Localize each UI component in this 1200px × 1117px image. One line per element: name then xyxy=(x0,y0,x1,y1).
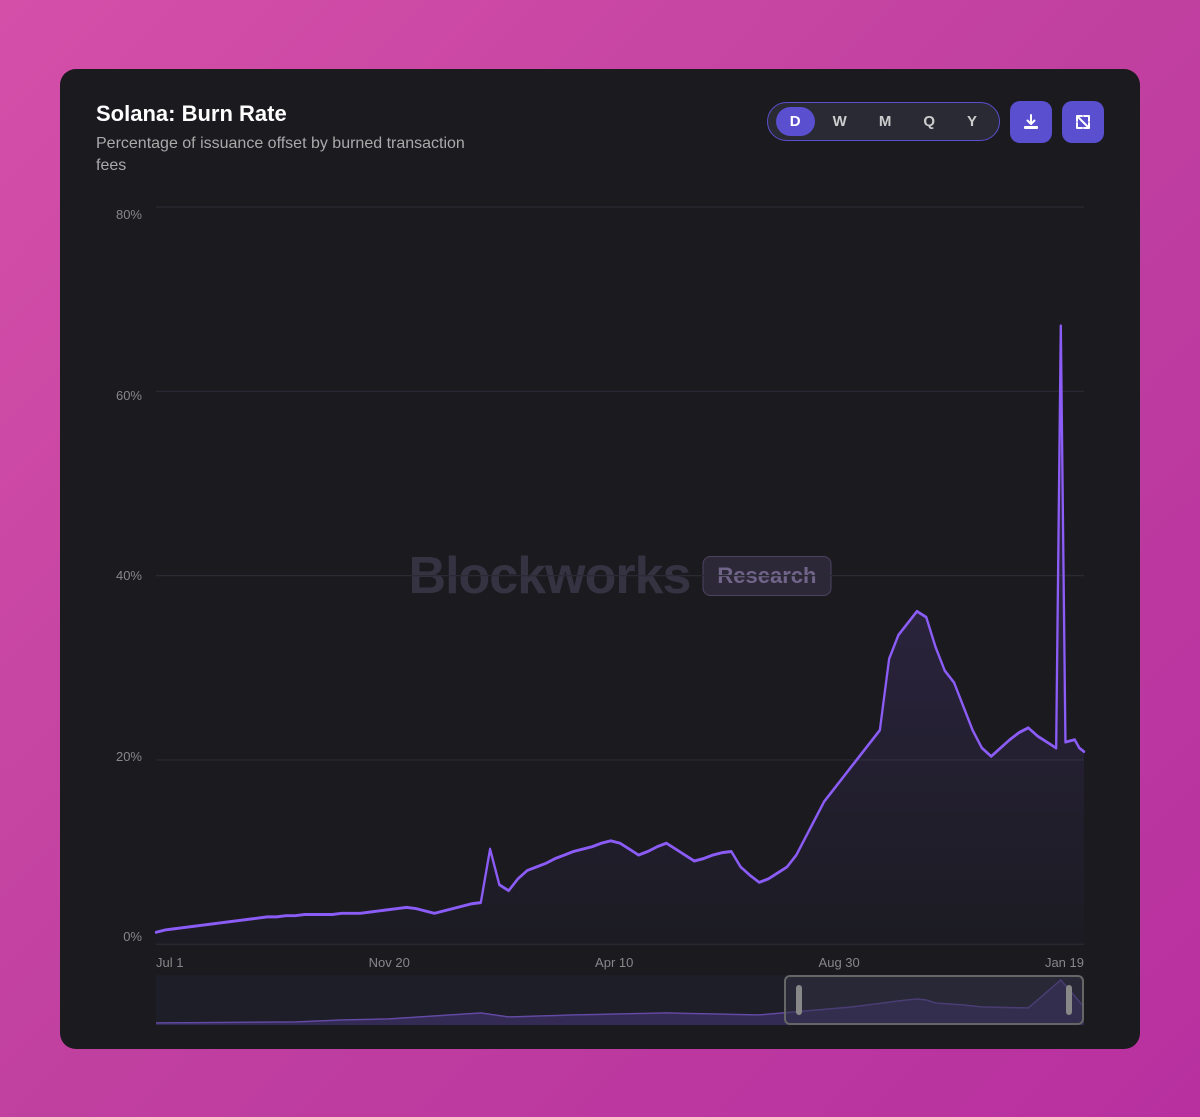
minimap xyxy=(156,975,1084,1025)
y-label-40: 40% xyxy=(96,568,152,583)
x-label-jan19: Jan 19 xyxy=(1045,955,1084,970)
tf-btn-w[interactable]: W xyxy=(819,107,861,136)
controls: D W M Q Y xyxy=(767,101,1104,143)
x-label-jul1: Jul 1 xyxy=(156,955,183,970)
chart-title: Solana: Burn Rate xyxy=(96,101,476,127)
line-chart-svg xyxy=(156,207,1084,944)
x-label-nov20: Nov 20 xyxy=(369,955,410,970)
timeframe-group: D W M Q Y xyxy=(767,102,1000,141)
tf-btn-m[interactable]: M xyxy=(865,107,906,136)
y-label-60: 60% xyxy=(96,388,152,403)
tf-btn-d[interactable]: D xyxy=(776,107,815,136)
y-label-80: 80% xyxy=(96,207,152,222)
x-label-apr10: Apr 10 xyxy=(595,955,633,970)
chart-subtitle: Percentage of issuance offset by burned … xyxy=(96,133,476,178)
minimap-selection[interactable] xyxy=(784,975,1084,1025)
minimap-chart xyxy=(156,975,1084,1025)
tf-btn-q[interactable]: Q xyxy=(909,107,949,136)
y-label-0: 0% xyxy=(96,929,152,944)
x-axis: Jul 1 Nov 20 Apr 10 Aug 30 Jan 19 xyxy=(156,955,1084,970)
minimap-handle-left[interactable] xyxy=(796,985,802,1015)
download-icon xyxy=(1021,112,1041,132)
y-label-20: 20% xyxy=(96,749,152,764)
download-button[interactable] xyxy=(1010,101,1052,143)
y-axis: 80% 60% 40% 20% 0% xyxy=(96,207,152,944)
chart-area: 80% 60% 40% 20% 0% Blockworks Research xyxy=(96,207,1104,1024)
expand-button[interactable] xyxy=(1062,101,1104,143)
expand-icon xyxy=(1073,112,1093,132)
chart-header: Solana: Burn Rate Percentage of issuance… xyxy=(96,101,1104,178)
chart-inner: Blockworks Research xyxy=(156,207,1084,944)
title-block: Solana: Burn Rate Percentage of issuance… xyxy=(96,101,476,178)
minimap-handle-right[interactable] xyxy=(1066,985,1072,1015)
x-label-aug30: Aug 30 xyxy=(819,955,860,970)
tf-btn-y[interactable]: Y xyxy=(953,107,991,136)
chart-card: Solana: Burn Rate Percentage of issuance… xyxy=(60,69,1140,1049)
